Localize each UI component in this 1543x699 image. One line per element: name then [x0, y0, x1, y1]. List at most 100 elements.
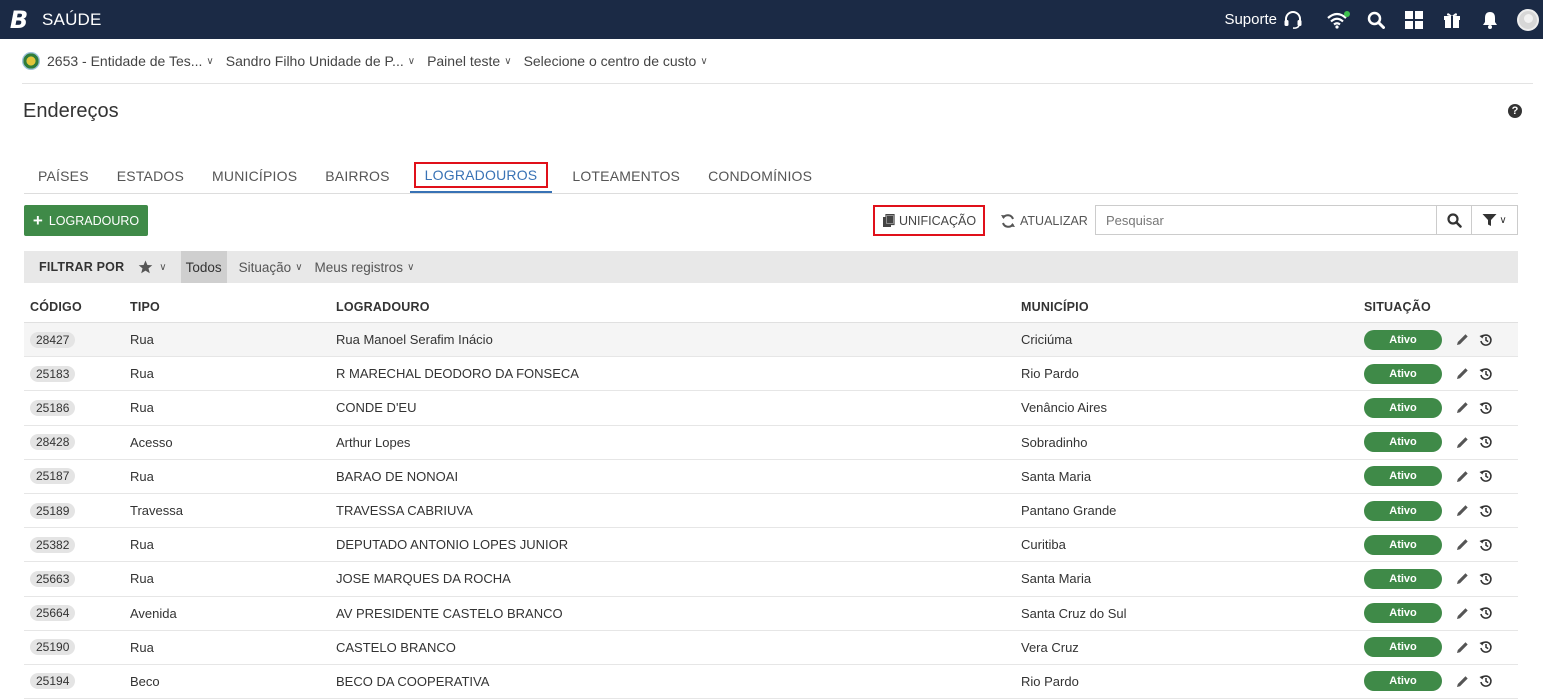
history-button[interactable]	[1479, 674, 1493, 688]
cell-tipo: Rua	[130, 366, 154, 382]
cell-logradouro: CONDE D'EU	[336, 400, 417, 416]
filter-meus-registros-dropdown[interactable]: Meus registros ∨	[315, 260, 415, 275]
app-logo[interactable]: B	[2, 0, 36, 39]
tab-logradouros[interactable]: LOGRADOUROS	[409, 158, 553, 193]
table-row[interactable]: 28427 Rua Rua Manoel Serafim Inácio Cric…	[24, 323, 1518, 358]
edit-button[interactable]	[1456, 367, 1469, 380]
history-button[interactable]	[1479, 572, 1493, 586]
history-button[interactable]	[1479, 538, 1493, 552]
unit-selector[interactable]: Sandro Filho Unidade de P... ∨	[226, 53, 415, 69]
cell-municipio: Rio Pardo	[1021, 366, 1079, 382]
entity-selector[interactable]: 2653 - Entidade de Tes... ∨	[22, 52, 214, 70]
chevron-down-icon: ∨	[295, 261, 303, 273]
tab-municipios[interactable]: MUNICÍPIOS	[198, 158, 311, 193]
cell-logradouro: BECO DA COOPERATIVA	[336, 673, 490, 689]
history-button[interactable]	[1479, 469, 1493, 483]
funnel-icon	[1482, 214, 1497, 226]
edit-button[interactable]	[1456, 333, 1469, 346]
cell-situacao: Ativo	[1364, 466, 1518, 487]
edit-button[interactable]	[1456, 572, 1469, 585]
refresh-button[interactable]: ATUALIZAR	[1000, 205, 1088, 236]
panel-selector[interactable]: Painel teste ∨	[427, 53, 512, 69]
history-button[interactable]	[1479, 606, 1493, 620]
tab-loteamentos[interactable]: LOTEAMENTOS	[558, 158, 694, 193]
table-row[interactable]: 25663 Rua JOSE MARQUES DA ROCHA Santa Ma…	[24, 562, 1518, 597]
cost-center-label: Selecione o centro de custo	[523, 53, 697, 69]
edit-button[interactable]	[1456, 401, 1469, 414]
table-row[interactable]: 28428 Acesso Arthur Lopes Sobradinho Ati…	[24, 426, 1518, 460]
cost-center-selector[interactable]: Selecione o centro de custo ∨	[524, 53, 708, 69]
code-badge: 25382	[30, 536, 76, 553]
tab-bairros[interactable]: BAIRROS	[311, 158, 403, 193]
tabs: PAÍSES ESTADOS MUNICÍPIOS BAIRROS LOGRAD…	[24, 158, 1518, 194]
history-button[interactable]	[1479, 640, 1493, 654]
favorites-filter-dropdown[interactable]: ∨	[138, 260, 167, 274]
apps-button[interactable]	[1395, 0, 1433, 39]
history-button[interactable]	[1479, 435, 1493, 449]
cell-codigo: 25190	[24, 639, 130, 656]
table-row[interactable]: 25189 Travessa TRAVESSA CABRIUVA Pantano…	[24, 494, 1518, 529]
advanced-filter-button[interactable]: ∨	[1471, 206, 1517, 234]
table-row[interactable]: 25194 Beco BECO DA COOPERATIVA Rio Pardo…	[24, 665, 1518, 699]
table-row[interactable]: 25183 Rua R MARECHAL DEODORO DA FONSECA …	[24, 357, 1518, 392]
table-row[interactable]: 25382 Rua DEPUTADO ANTONIO LOPES JUNIOR …	[24, 528, 1518, 563]
edit-button[interactable]	[1456, 641, 1469, 654]
support-button[interactable]: Suporte	[1224, 10, 1303, 29]
history-button[interactable]	[1479, 367, 1493, 381]
help-icon[interactable]: ?	[1508, 104, 1522, 118]
chevron-down-icon: ∨	[159, 261, 167, 273]
cell-tipo: Rua	[130, 332, 154, 348]
history-button[interactable]	[1479, 504, 1493, 518]
history-icon	[1479, 333, 1492, 346]
code-badge: 25190	[30, 639, 76, 656]
filter-todos[interactable]: Todos	[180, 251, 227, 283]
status-badge: Ativo	[1364, 432, 1442, 453]
cell-municipio: Pantano Grande	[1021, 503, 1117, 519]
tab-estados[interactable]: ESTADOS	[103, 158, 198, 193]
header-codigo[interactable]: CÓDIGO	[24, 300, 130, 314]
header-logradouro[interactable]: LOGRADOURO	[336, 300, 1021, 314]
cell-tipo: Rua	[130, 468, 154, 484]
header-municipio[interactable]: MUNICÍPIO	[1021, 300, 1364, 314]
cell-tipo: Rua	[130, 639, 154, 655]
notifications-button[interactable]	[1471, 0, 1509, 39]
table-row[interactable]: 25187 Rua BARAO DE NONOAI Santa Maria At…	[24, 460, 1518, 494]
cell-codigo: 25186	[24, 399, 130, 416]
tab-condominios[interactable]: CONDOMÍNIOS	[694, 158, 826, 193]
app-title[interactable]: SAÚDE	[42, 10, 102, 30]
edit-button[interactable]	[1456, 504, 1469, 517]
tab-paises[interactable]: PAÍSES	[24, 158, 103, 193]
row-actions	[1456, 367, 1493, 381]
history-button[interactable]	[1479, 401, 1493, 415]
avatar[interactable]	[1517, 8, 1539, 31]
cell-tipo: Travessa	[130, 503, 183, 519]
edit-button[interactable]	[1456, 538, 1469, 551]
edit-button[interactable]	[1456, 436, 1469, 449]
add-logradouro-button[interactable]: + LOGRADOURO	[24, 205, 148, 236]
table-row[interactable]: 25664 Avenida AV PRESIDENTE CASTELO BRAN…	[24, 597, 1518, 631]
history-button[interactable]	[1479, 333, 1493, 347]
row-actions	[1456, 640, 1493, 654]
wifi-status[interactable]	[1319, 0, 1357, 39]
code-badge: 25187	[30, 468, 76, 485]
edit-button[interactable]	[1456, 675, 1469, 688]
code-badge: 25186	[30, 399, 76, 416]
edit-button[interactable]	[1456, 470, 1469, 483]
search-submit-button[interactable]	[1436, 206, 1471, 234]
table-row[interactable]: 25186 Rua CONDE D'EU Venâncio Aires Ativ…	[24, 391, 1518, 426]
context-bar: 2653 - Entidade de Tes... ∨ Sandro Filho…	[22, 49, 720, 73]
filter-situacao-dropdown[interactable]: Situação ∨	[239, 260, 303, 275]
table-row[interactable]: 25190 Rua CASTELO BRANCO Vera Cruz Ativo	[24, 631, 1518, 665]
gift-button[interactable]	[1433, 0, 1471, 39]
search-button[interactable]	[1357, 0, 1395, 39]
header-tipo[interactable]: TIPO	[130, 300, 336, 314]
cell-municipio: Vera Cruz	[1021, 639, 1079, 655]
row-actions	[1456, 333, 1493, 347]
unify-button[interactable]: UNIFICAÇÃO	[873, 205, 985, 236]
edit-button[interactable]	[1456, 607, 1469, 620]
search-input[interactable]	[1096, 206, 1436, 234]
history-icon	[1479, 368, 1492, 380]
cell-tipo: Rua	[130, 537, 154, 553]
header-situacao[interactable]: SITUAÇÃO	[1364, 300, 1518, 314]
row-actions	[1456, 674, 1493, 688]
